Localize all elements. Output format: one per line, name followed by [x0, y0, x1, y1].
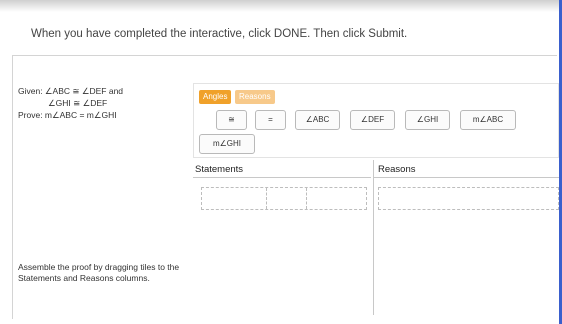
statements-header-rule	[193, 177, 371, 178]
problem-statement: Given: ∠ABC ≅ ∠DEF and ∠GHI ≅ ∠DEF Prove…	[18, 85, 123, 121]
statement-slot-divider	[266, 188, 267, 209]
tile-angle-def[interactable]: ∠DEF	[350, 110, 395, 130]
tile-m-angle-abc[interactable]: m∠ABC	[460, 110, 516, 130]
column-divider	[373, 160, 374, 315]
reasons-header: Reasons	[378, 164, 416, 175]
given-line-1: Given: ∠ABC ≅ ∠DEF and	[18, 86, 124, 96]
statement-drop-zone[interactable]	[201, 187, 367, 210]
interactive-frame: When you have completed the interactive,…	[0, 0, 562, 324]
instruction-text: When you have completed the interactive,…	[31, 28, 408, 40]
header-divider	[12, 55, 557, 56]
statements-header: Statements	[195, 164, 244, 175]
tile-congruent[interactable]: ≅	[216, 110, 247, 130]
help-text: Assemble the proof by dragging tiles to …	[18, 262, 180, 283]
tile-angle-ghi[interactable]: ∠GHI	[405, 110, 450, 130]
tile-bank: Angles Reasons ≅ = ∠ABC ∠DEF ∠GHI m∠ABC …	[193, 83, 559, 158]
reasons-header-rule	[373, 177, 559, 178]
prove-line: Prove: m∠ABC = m∠GHI	[18, 110, 117, 120]
proof-table: Statements Reasons	[193, 160, 559, 320]
reason-drop-zone[interactable]	[378, 187, 559, 210]
tile-m-angle-ghi[interactable]: m∠GHI	[199, 134, 255, 154]
tile-angle-abc[interactable]: ∠ABC	[295, 110, 340, 130]
tab-reasons[interactable]: Reasons	[235, 90, 275, 104]
top-shadow	[0, 0, 562, 12]
tile-equals[interactable]: =	[255, 110, 286, 130]
statement-slot-divider	[306, 188, 307, 209]
tab-angles[interactable]: Angles	[199, 90, 232, 104]
content-border	[12, 55, 13, 319]
given-line-2: ∠GHI ≅ ∠DEF	[48, 98, 108, 108]
